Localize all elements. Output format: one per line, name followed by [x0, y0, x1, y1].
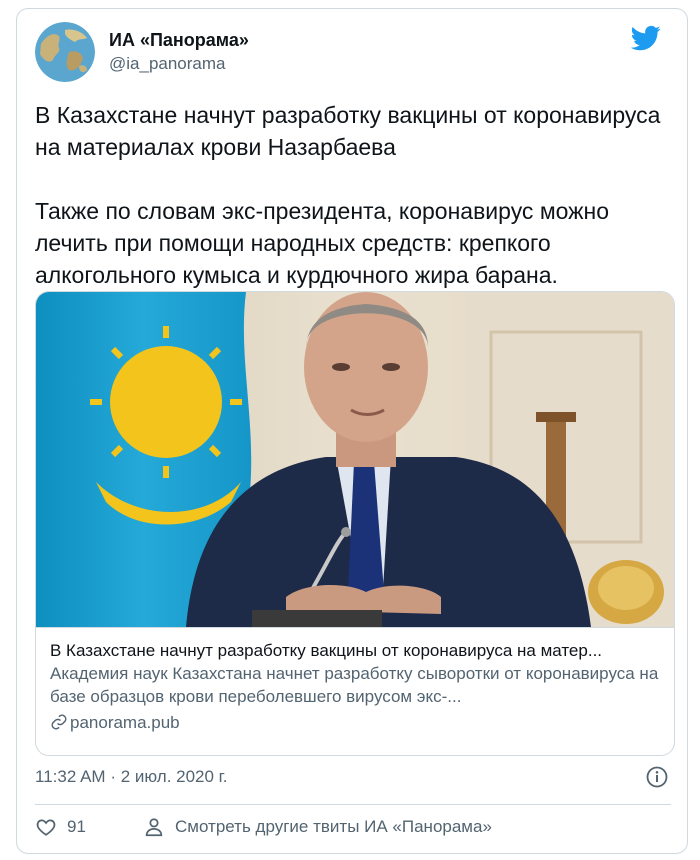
handle[interactable]: @ia_panorama	[109, 53, 249, 75]
link-icon	[50, 713, 68, 737]
tweet-timestamp[interactable]: 11:32 AM · 2 июл. 2020 г.	[35, 766, 228, 788]
tweet-paragraph-2: Также по словам экс-президента, коронави…	[35, 198, 610, 288]
globe-avatar-icon	[35, 22, 95, 82]
tweet-text: В Казахстане начнут разработку вакцины о…	[35, 99, 675, 291]
like-button[interactable]: 91	[35, 816, 86, 838]
card-image[interactable]	[36, 292, 674, 627]
card-domain[interactable]: panorama.pub	[50, 712, 180, 737]
link-preview-card[interactable]: В Казахстане начнут разработку вакцины о…	[35, 291, 675, 756]
info-icon[interactable]	[645, 765, 669, 789]
tweet-paragraph-1: В Казахстане начнут разработку вакцины о…	[35, 102, 661, 160]
avatar[interactable]	[35, 22, 95, 82]
tweet-time[interactable]: 11:32 AM	[35, 767, 106, 786]
heart-icon	[36, 819, 56, 836]
tweet-date[interactable]: 2 июл. 2020 г.	[121, 767, 228, 786]
card-title[interactable]: В Казахстане начнут разработку вакцины о…	[50, 640, 664, 662]
card-body[interactable]: В Казахстане начнут разработку вакцины о…	[36, 627, 674, 755]
see-more-label[interactable]: Смотреть другие твиты ИА «Панорама»	[175, 817, 492, 837]
see-more-tweets-link[interactable]: Смотреть другие твиты ИА «Панорама»	[143, 816, 492, 838]
author-names[interactable]: ИА «Панорама» @ia_panorama	[109, 29, 249, 75]
meta-separator: ·	[110, 767, 116, 786]
tweet-card: ИА «Панорама» @ia_panorama В Казахстане …	[16, 8, 688, 854]
card-photo	[36, 292, 674, 627]
card-description: Академия наук Казахстана начнет разработ…	[50, 664, 659, 706]
card-domain-text[interactable]: panorama.pub	[70, 713, 180, 732]
person-icon	[145, 818, 163, 837]
display-name[interactable]: ИА «Панорама»	[109, 29, 249, 51]
twitter-bird-icon[interactable]	[630, 23, 661, 53]
tweet-header: ИА «Панорама» @ia_panorama	[17, 9, 687, 89]
like-count[interactable]: 91	[67, 817, 86, 837]
divider	[35, 804, 671, 805]
